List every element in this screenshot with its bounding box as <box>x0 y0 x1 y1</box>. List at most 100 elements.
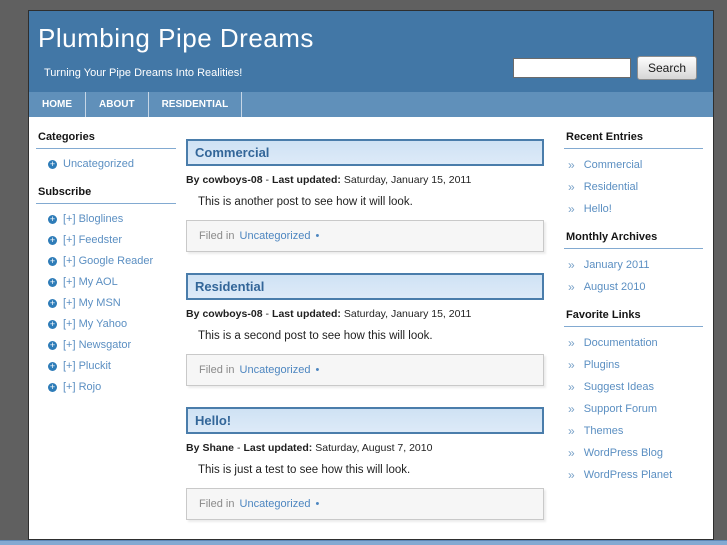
filed-label: Filed in <box>199 364 235 376</box>
post-body: This is a second post to see how this wi… <box>198 330 433 342</box>
subscribe-link[interactable]: [+] Google Reader <box>63 255 153 267</box>
chevron-right-icon: » <box>568 179 575 194</box>
list-item: » August 2010 <box>568 279 703 294</box>
post-meta: By Shane - Last updated: Saturday, August 7,… <box>186 442 544 454</box>
post: Residential By cowboys-08- Last updated: Sa… <box>186 273 544 386</box>
content-area: Categories + Uncategorized Subscribe + [+… <box>29 117 713 541</box>
list-item: » Suggest Ideas <box>568 381 703 394</box>
subscribe-link[interactable]: [+] Feedster <box>63 234 122 246</box>
list-item: » WordPress Blog <box>568 445 703 460</box>
chevron-right-icon: » <box>568 279 575 294</box>
search-button[interactable]: Search <box>636 56 697 80</box>
filed-category-link[interactable]: Uncategorized <box>240 498 311 510</box>
chevron-right-icon: » <box>568 257 575 272</box>
list-item: » Commercial <box>568 157 703 172</box>
archive-link[interactable]: August 2010 <box>584 281 646 293</box>
categories-list: + Uncategorized <box>36 158 176 170</box>
plus-circle-icon: + <box>48 339 57 350</box>
nav-item-about[interactable]: ABOUT <box>86 92 149 117</box>
meta-dash: - <box>265 174 270 186</box>
desktop-background: { "header": { "title": "Plumbing Pipe Dr… <box>0 0 727 545</box>
post-title-link[interactable]: Commercial <box>195 145 535 160</box>
filed-category-link[interactable]: Uncategorized <box>240 364 311 376</box>
favorite-link[interactable]: Documentation <box>584 337 658 349</box>
bullet-icon: • <box>315 498 320 510</box>
subscribe-link[interactable]: [+] Newsgator <box>63 339 131 351</box>
chevron-right-icon: » <box>568 335 575 350</box>
list-item: » WordPress Planet <box>568 467 703 482</box>
subscribe-link[interactable]: [+] My Yahoo <box>63 318 127 330</box>
favorite-link[interactable]: Support Forum <box>584 403 657 415</box>
favorite-link[interactable]: Plugins <box>584 359 620 371</box>
list-item: + [+] Google Reader <box>48 255 176 267</box>
plus-circle-icon: + <box>48 158 57 169</box>
list-item: + [+] Feedster <box>48 234 176 246</box>
site-title[interactable]: Plumbing Pipe Dreams <box>38 23 314 54</box>
list-item: » Support Forum <box>568 401 703 416</box>
category-link[interactable]: Uncategorized <box>63 158 134 170</box>
list-item: » Hello! <box>568 203 703 216</box>
bullet-icon: • <box>315 364 320 376</box>
list-item: + [+] Pluckit <box>48 360 176 372</box>
post-date: Saturday, January 15, 2011 <box>343 174 472 186</box>
post: Commercial By cowboys-08- Last updated: Sat… <box>186 139 544 252</box>
chevron-right-icon: » <box>568 157 575 172</box>
favorite-link[interactable]: WordPress Planet <box>584 469 672 481</box>
list-item: » Plugins <box>568 359 703 372</box>
by-label: By <box>186 308 200 320</box>
recent-entry-link[interactable]: Residential <box>584 181 638 193</box>
subscribe-link[interactable]: [+] Pluckit <box>63 360 111 372</box>
post-author: Shane <box>202 442 234 454</box>
subscribe-link[interactable]: [+] My MSN <box>63 297 121 309</box>
favorite-link[interactable]: Themes <box>584 425 624 437</box>
subscribe-link[interactable]: [+] Rojo <box>63 381 101 393</box>
main-nav: HOME ABOUT RESIDENTIAL <box>29 92 713 117</box>
plus-circle-icon: + <box>48 318 57 329</box>
bullet-icon: • <box>315 230 320 242</box>
updated-label: Last updated: <box>272 174 341 186</box>
post-title-box: Residential <box>186 273 544 300</box>
favorite-link[interactable]: WordPress Blog <box>584 447 663 459</box>
meta-dash: - <box>236 442 241 454</box>
post: Hello! By Shane - Last updated: Saturday, Au… <box>186 407 544 520</box>
filed-in-box: Filed in Uncategorized • <box>186 488 544 520</box>
post-meta: By cowboys-08- Last updated: Saturday, Janu… <box>186 308 544 320</box>
search-input[interactable] <box>512 58 631 78</box>
subscribe-link[interactable]: [+] My AOL <box>63 276 118 288</box>
subscribe-list: + [+] Bloglines + [+] Feedster + [+] Google… <box>36 213 176 393</box>
sidebar-heading-categories: Categories <box>36 131 176 149</box>
post-title-link[interactable]: Hello! <box>195 413 535 428</box>
left-sidebar: Categories + Uncategorized Subscribe + [+… <box>29 117 186 541</box>
favorite-link[interactable]: Suggest Ideas <box>584 381 654 393</box>
recent-entries-list: » Commercial » Residential » Hello! <box>564 157 703 216</box>
chevron-right-icon: » <box>568 423 575 438</box>
plus-circle-icon: + <box>48 381 57 392</box>
meta-dash: - <box>265 308 270 320</box>
list-item: + [+] Rojo <box>48 381 176 393</box>
list-item: + [+] My Yahoo <box>48 318 176 330</box>
plus-circle-icon: + <box>48 276 57 287</box>
updated-label: Last updated: <box>272 308 341 320</box>
site-header: Plumbing Pipe Dreams Turning Your Pipe D… <box>29 11 713 92</box>
filed-in-box: Filed in Uncategorized • <box>186 354 544 386</box>
chevron-right-icon: » <box>568 467 575 482</box>
recent-entry-link[interactable]: Commercial <box>584 159 643 171</box>
recent-entry-link[interactable]: Hello! <box>584 203 612 215</box>
chevron-right-icon: » <box>568 445 575 460</box>
post-body: This is another post to see how it will … <box>198 196 413 208</box>
by-label: By <box>186 174 200 186</box>
nav-item-residential[interactable]: RESIDENTIAL <box>149 92 243 117</box>
post-title-link[interactable]: Residential <box>195 279 535 294</box>
filed-in-box: Filed in Uncategorized • <box>186 220 544 252</box>
plus-circle-icon: + <box>48 213 57 224</box>
archive-link[interactable]: January 2011 <box>584 259 650 271</box>
post-date: Saturday, January 15, 2011 <box>343 308 472 320</box>
sidebar-heading-subscribe: Subscribe <box>36 186 176 204</box>
chevron-right-icon: » <box>568 401 575 416</box>
post-title-box: Hello! <box>186 407 544 434</box>
sidebar-heading-monthly-archives: Monthly Archives <box>564 231 703 249</box>
nav-item-home[interactable]: HOME <box>29 92 86 117</box>
monthly-archives-list: » January 2011 » August 2010 <box>564 257 703 294</box>
filed-category-link[interactable]: Uncategorized <box>240 230 311 242</box>
subscribe-link[interactable]: [+] Bloglines <box>63 213 123 225</box>
